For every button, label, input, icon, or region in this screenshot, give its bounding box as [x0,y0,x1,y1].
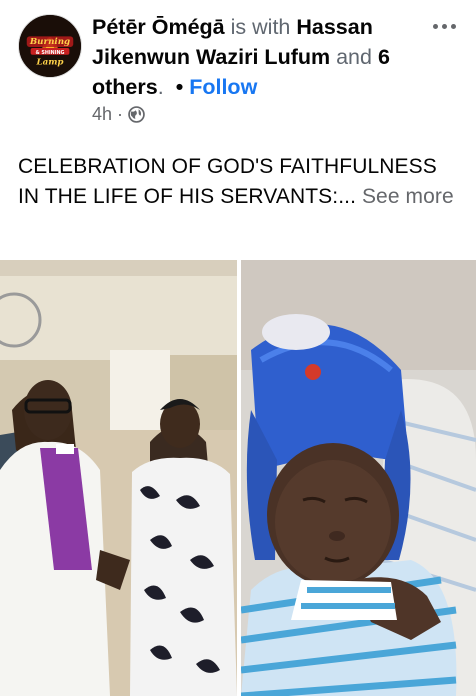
author-name[interactable]: Pétēr Ōmégā [92,15,225,39]
follow-button[interactable]: Follow [189,75,257,99]
baby-photo-image [241,260,476,696]
more-options-icon[interactable] [426,14,462,38]
avatar-logo-text-2: & SHINING [35,50,64,56]
and-text: and [336,45,372,69]
period: . [157,75,164,99]
avatar-logo-icon: Burning & SHINING Lamp [19,15,81,77]
author-avatar[interactable]: Burning & SHINING Lamp [18,14,82,78]
post-time[interactable]: 4h [92,104,112,125]
time-separator: · [117,104,124,124]
see-more-link[interactable]: See more [362,185,454,208]
with-text: is with [230,15,291,39]
photo-newborn-baby[interactable] [241,260,476,696]
avatar-logo-text-3: Lamp [35,57,63,67]
photo-grid [0,260,476,696]
post-header: Burning & SHINING Lamp Pétēr Ōmégā is wi… [0,0,476,140]
globe-icon [128,106,145,123]
post-meta: 4h · [92,104,145,125]
separator-dot: • [175,75,184,99]
post-body: CELEBRATION OF GOD'S FAITHFULNESS IN THE… [18,152,462,212]
avatar-logo-text-1: Burning [29,37,70,47]
photo-couple-church[interactable] [0,260,237,696]
post-header-text: Pétēr Ōmégā is with Hassan Jikenwun Wazi… [92,12,412,102]
couple-photo-image [0,260,237,696]
